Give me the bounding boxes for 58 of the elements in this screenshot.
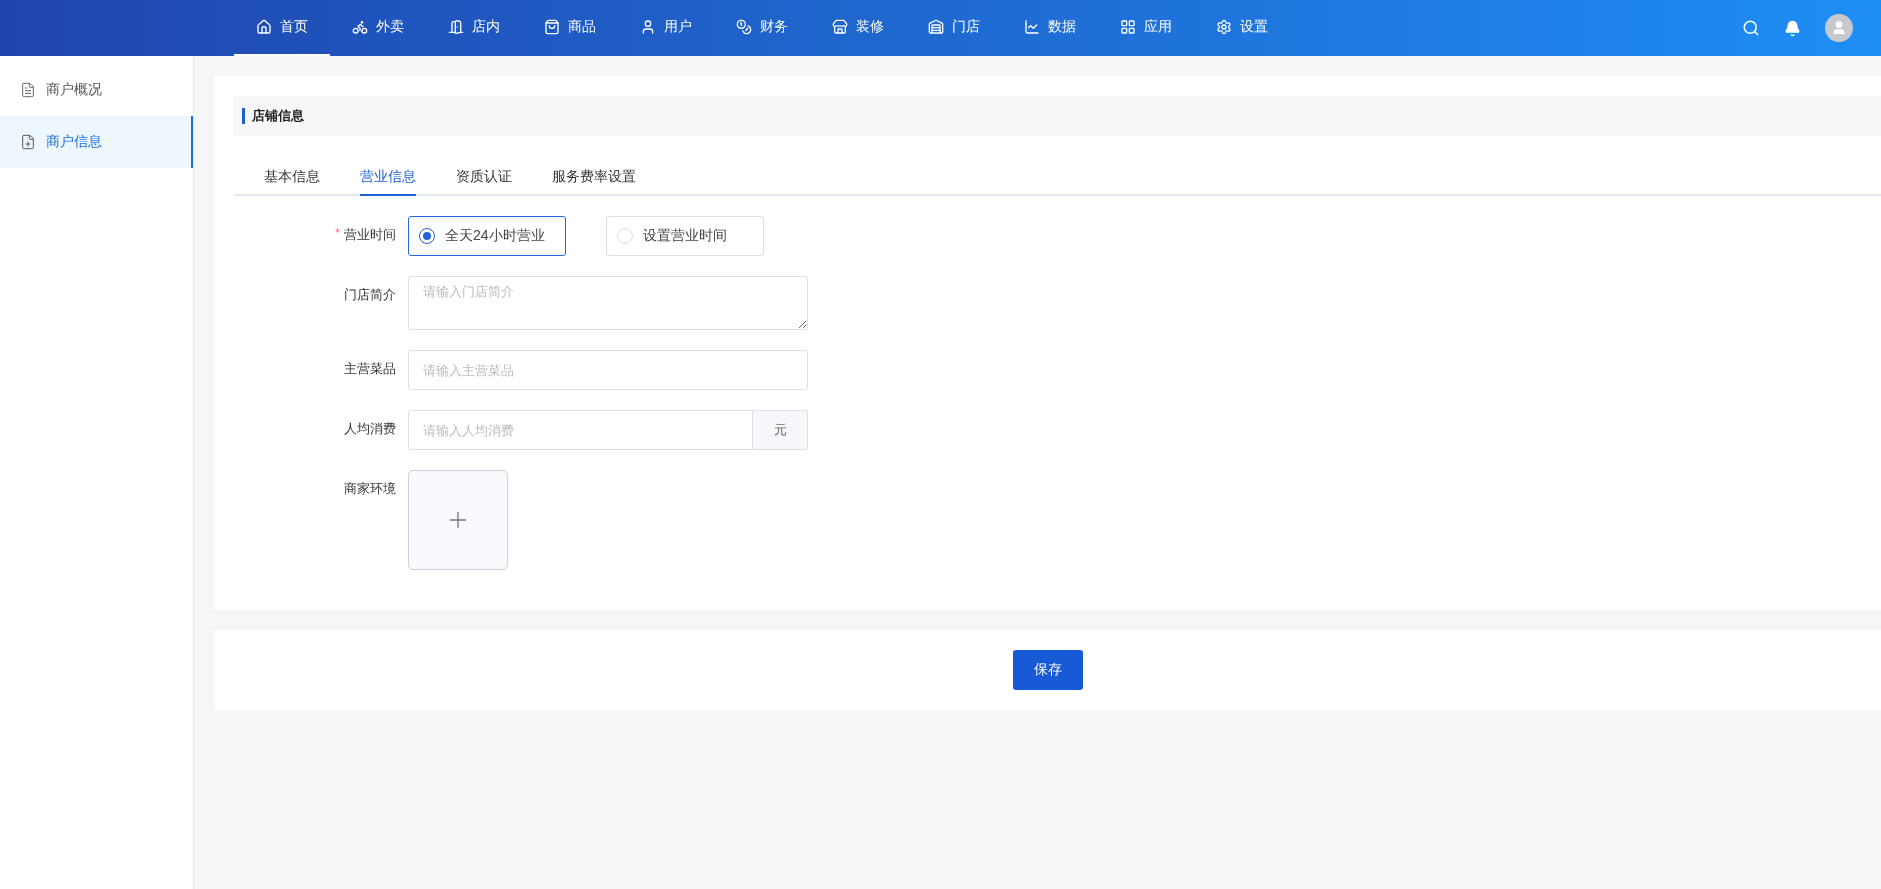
nav-tab[interactable]: 装修	[810, 0, 906, 56]
nav-tab[interactable]: 设置	[1194, 0, 1290, 56]
grid-icon	[1120, 19, 1136, 35]
search-icon[interactable]	[1742, 19, 1760, 37]
nav-tab[interactable]: 外卖	[330, 0, 426, 56]
text-area[interactable]: 请输入门店简介	[408, 276, 808, 330]
nav-label: 财务	[760, 18, 788, 36]
line-chart-icon	[1024, 19, 1040, 35]
sidebar-item[interactable]: 商户概况	[0, 64, 193, 116]
avatar[interactable]	[1825, 14, 1853, 42]
nav-label: 首页	[280, 18, 308, 36]
radio-option[interactable]: 设置营业时间	[606, 216, 764, 256]
sidebar-item[interactable]: 商户信息	[0, 116, 193, 168]
input-field[interactable]: 请输入主营菜品	[408, 350, 808, 390]
field-label: 人均消费	[344, 420, 396, 438]
nav-tab[interactable]: 用户	[618, 0, 714, 56]
radio-option[interactable]: 全天24小时营业	[408, 216, 566, 256]
nav-label: 应用	[1144, 18, 1172, 36]
tab[interactable]: 服务费率设置	[552, 160, 636, 196]
nav-tab[interactable]: 门店	[906, 0, 1002, 56]
tab[interactable]: 营业信息	[360, 160, 416, 196]
user-icon	[640, 19, 656, 35]
document-icon	[20, 82, 36, 98]
nav-label: 店内	[472, 18, 500, 36]
field-label: 门店简介	[344, 286, 396, 304]
sidebar-label: 商户概况	[46, 81, 102, 99]
field-label: 主营菜品	[344, 360, 396, 378]
nav-tab[interactable]: 首页	[234, 0, 330, 56]
nav-label: 设置	[1240, 18, 1268, 36]
door-icon	[448, 19, 464, 35]
nav-tab[interactable]: 数据	[1002, 0, 1098, 56]
required-mark: *	[335, 226, 340, 242]
user-silhouette-icon	[1831, 20, 1847, 36]
nav-label: 装修	[856, 18, 884, 36]
nav-label: 数据	[1048, 18, 1076, 36]
nav-label: 商品	[568, 18, 596, 36]
settings-icon	[1216, 19, 1232, 35]
document-icon	[20, 134, 36, 150]
nav-label: 外卖	[376, 18, 404, 36]
field-label: 营业时间	[344, 226, 396, 244]
sidebar-label: 商户信息	[46, 133, 102, 151]
nav-tab[interactable]: 商品	[522, 0, 618, 56]
section-title: 店铺信息	[242, 108, 304, 124]
house-icon	[256, 19, 272, 35]
tab[interactable]: 基本信息	[264, 160, 320, 196]
tab[interactable]: 资质认证	[456, 160, 512, 196]
nav-tab[interactable]: 财务	[714, 0, 810, 56]
input-field[interactable]: 请输入人均消费	[408, 410, 753, 450]
nav-label: 用户	[664, 18, 692, 36]
nav-tab[interactable]: 店内	[426, 0, 522, 56]
nav-label: 门店	[952, 18, 980, 36]
bell-icon[interactable]	[1784, 19, 1801, 37]
field-label: 商家环境	[344, 480, 396, 498]
bag-icon	[544, 19, 560, 35]
save-button[interactable]: 保存	[1012, 650, 1083, 690]
unit-suffix: 元	[753, 410, 808, 450]
nav-tab[interactable]: 应用	[1098, 0, 1194, 56]
shop-icon	[832, 19, 848, 35]
